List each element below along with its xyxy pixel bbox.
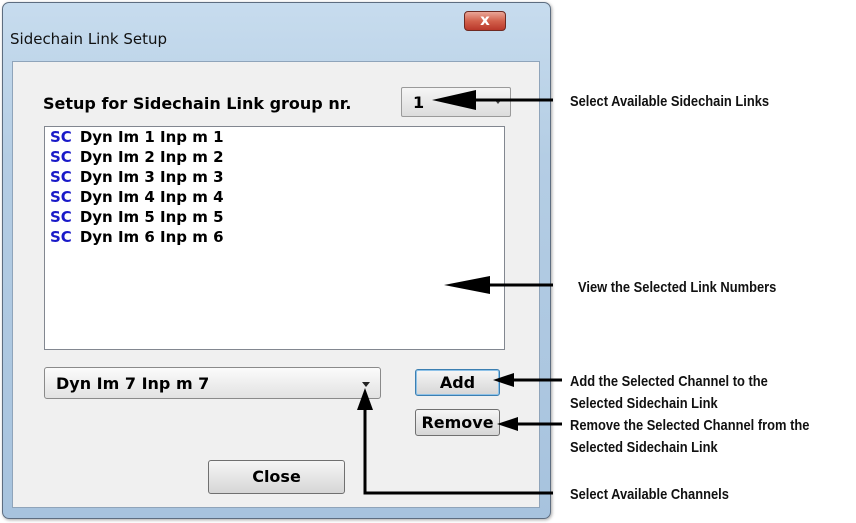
arrowhead-select-links <box>432 90 476 110</box>
annotation-add-line1: Add the Selected Channel to the <box>570 373 768 390</box>
arrow-line-select-channels <box>363 407 553 495</box>
annotation-arrows <box>357 90 562 495</box>
arrowhead-view-numbers <box>444 276 490 294</box>
arrowhead-add <box>493 373 514 387</box>
arrowhead-select-channels <box>357 388 373 410</box>
annotation-view-numbers: View the Selected Link Numbers <box>578 279 777 296</box>
annotation-remove-line2: Selected Sidechain Link <box>570 439 718 456</box>
annotation-select-links: Select Available Sidechain Links <box>570 93 770 110</box>
annotation-select-channels: Select Available Channels <box>570 486 729 503</box>
arrowhead-remove <box>497 417 518 431</box>
annotation-remove-line1: Remove the Selected Channel from the <box>570 417 810 434</box>
annotation-add-line2: Selected Sidechain Link <box>570 395 718 412</box>
